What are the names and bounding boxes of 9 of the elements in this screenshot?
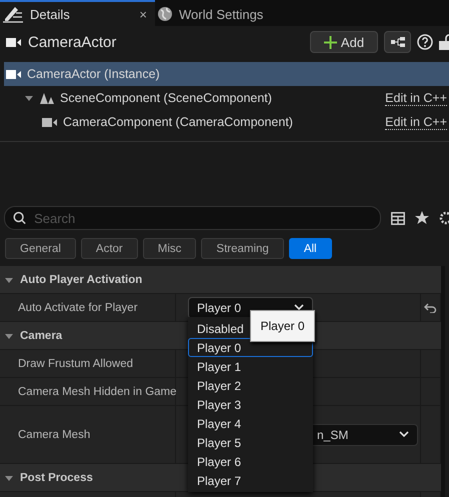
property-name: Camera Mesh [18, 428, 90, 440]
property-name: Auto Activate for Player [18, 302, 138, 314]
tooltip: Player 0 [250, 310, 315, 342]
property-name: Camera Mesh Hidden in Game [18, 386, 177, 398]
tree-label: CameraComponent (CameraComponent) [63, 115, 294, 129]
tree-label: SceneComponent (SceneComponent) [60, 91, 273, 105]
property-name: Draw Frustum Allowed [18, 358, 134, 370]
tree-label: CameraActor (Instance) [27, 67, 161, 81]
actor-title: CameraActor [28, 34, 118, 50]
